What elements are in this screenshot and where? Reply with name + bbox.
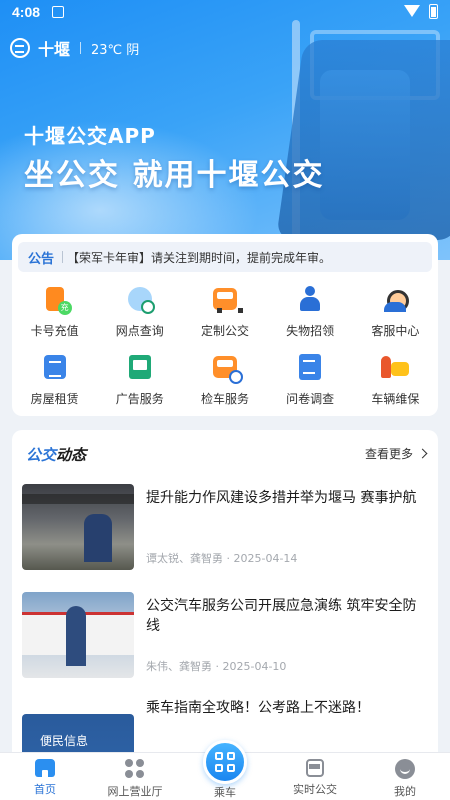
- nav-tab-online-hall[interactable]: 网上营业厅: [90, 753, 180, 800]
- qr-code-icon: [215, 752, 235, 772]
- nav-tab-label: 实时公交: [293, 783, 337, 796]
- wifi-icon: [404, 5, 420, 17]
- news-title-part: 动态: [56, 446, 87, 464]
- service-item-card-recharge[interactable]: 卡号充值: [12, 282, 97, 344]
- view-more-label: 查看更多: [364, 447, 413, 461]
- status-bar: 4:08: [0, 0, 450, 26]
- banner-bus-seat-small: [320, 70, 410, 220]
- notice-bar[interactable]: 公告 【荣军卡年审】请关注到期时间，提前完成年审。: [18, 242, 432, 272]
- notice-tag: 公告: [28, 251, 55, 267]
- news-thumbnail: [22, 484, 134, 570]
- service-grid: 卡号充值 网点查询 定制公交 失物招领 客服中心 房屋租赁 广告服务 检车服务: [12, 282, 438, 412]
- lost-found-icon: [298, 286, 322, 312]
- service-label: 定制公交: [200, 324, 249, 338]
- news-meta: 朱伟、龚智勇 · 2025-04-10: [146, 660, 287, 673]
- view-more-link[interactable]: 查看更多: [364, 445, 428, 462]
- ride-label: 乘车: [214, 786, 236, 799]
- weather-text: 23℃ 阴: [91, 42, 140, 58]
- service-label: 问卷调查: [286, 392, 335, 406]
- customer-service-icon: [382, 286, 410, 312]
- service-item-outlet-search[interactable]: 网点查询: [97, 282, 182, 344]
- service-label: 广告服务: [115, 392, 164, 406]
- news-headline: 提升能力作风建设多措并举为堰马 赛事护航: [146, 490, 417, 506]
- realtime-bus-icon: [306, 759, 324, 777]
- app-logo-icon: [10, 38, 30, 58]
- survey-icon: [299, 354, 322, 380]
- city-name[interactable]: 十堰: [38, 36, 70, 60]
- news-article[interactable]: 提升能力作风建设多措并举为堰马 赛事护航 谭太锐、龚智勇 · 2025-04-1…: [22, 484, 428, 572]
- app-header: 十堰 23℃ 阴: [10, 36, 139, 60]
- service-label: 卡号充值: [30, 324, 79, 338]
- status-time: 4:08: [12, 4, 41, 20]
- ad-service-icon: [128, 355, 151, 379]
- service-item-lost-found[interactable]: 失物招领: [268, 282, 353, 344]
- house-rental-icon: [43, 355, 66, 379]
- service-label: 车辆维保: [371, 392, 420, 406]
- card-recharge-icon: [45, 287, 72, 315]
- thumbnail-caption: 便民信息: [40, 734, 89, 748]
- chevron-right-icon: [417, 448, 428, 459]
- service-item-vehicle-maintenance[interactable]: 车辆维保: [353, 350, 438, 412]
- online-hall-icon: [125, 759, 145, 779]
- service-label: 失物招领: [286, 324, 335, 338]
- vehicle-inspection-icon: [212, 356, 243, 384]
- nav-tab-home[interactable]: 首页: [0, 753, 90, 800]
- outlet-search-icon: [127, 287, 155, 314]
- nav-tab-label: 我的: [394, 785, 416, 798]
- service-item-custom-bus[interactable]: 定制公交: [182, 282, 267, 344]
- service-item-survey[interactable]: 问卷调查: [268, 350, 353, 412]
- service-label: 检车服务: [200, 392, 249, 406]
- battery-icon: [429, 4, 438, 19]
- service-item-house-rental[interactable]: 房屋租赁: [12, 350, 97, 412]
- service-item-ad-service[interactable]: 广告服务: [97, 350, 182, 412]
- service-item-customer-service[interactable]: 客服中心: [353, 282, 438, 344]
- news-article[interactable]: 公交汽车服务公司开展应急演练 筑牢安全防线 朱伟、龚智勇 · 2025-04-1…: [22, 592, 428, 680]
- home-icon: [35, 759, 55, 777]
- news-section-title: 公交动态: [26, 444, 86, 465]
- nav-tab-label: 首页: [34, 783, 56, 796]
- header-divider: [80, 42, 82, 54]
- nav-tab-profile[interactable]: 我的: [360, 753, 450, 800]
- news-section: 公交动态 查看更多 提升能力作风建设多措并举为堰马 赛事护航 谭太锐、龚智勇 ·…: [12, 430, 438, 760]
- notification-icon: [52, 6, 64, 18]
- news-thumbnail: [22, 592, 134, 678]
- banner-title: 十堰公交APP: [24, 124, 156, 148]
- vehicle-maintenance-icon: [381, 354, 410, 380]
- service-label: 网点查询: [115, 324, 164, 338]
- service-card: 公告 【荣军卡年审】请关注到期时间，提前完成年审。 卡号充值 网点查询 定制公交…: [12, 234, 438, 416]
- notice-text: 【荣军卡年审】请关注到期时间，提前完成年审。: [67, 250, 332, 265]
- custom-bus-icon: [212, 288, 243, 313]
- service-item-vehicle-inspection[interactable]: 检车服务: [182, 350, 267, 412]
- news-headline: 乘车指南全攻略！公考路上不迷路！: [146, 700, 370, 716]
- news-headline: 公交汽车服务公司开展应急演练 筑牢安全防线: [146, 598, 417, 634]
- banner-slogan: 坐公交 就用十堰公交: [24, 158, 325, 193]
- news-meta: 谭太锐、龚智勇 · 2025-04-14: [146, 552, 298, 565]
- profile-icon: [395, 759, 415, 779]
- ride-qr-button[interactable]: [203, 740, 247, 784]
- news-title-part: 公交: [26, 446, 57, 464]
- service-label: 客服中心: [371, 324, 420, 338]
- nav-tab-label: 网上营业厅: [107, 785, 163, 798]
- service-label: 房屋租赁: [30, 392, 79, 406]
- notice-divider: [62, 251, 64, 263]
- nav-tab-realtime-bus[interactable]: 实时公交: [270, 753, 360, 800]
